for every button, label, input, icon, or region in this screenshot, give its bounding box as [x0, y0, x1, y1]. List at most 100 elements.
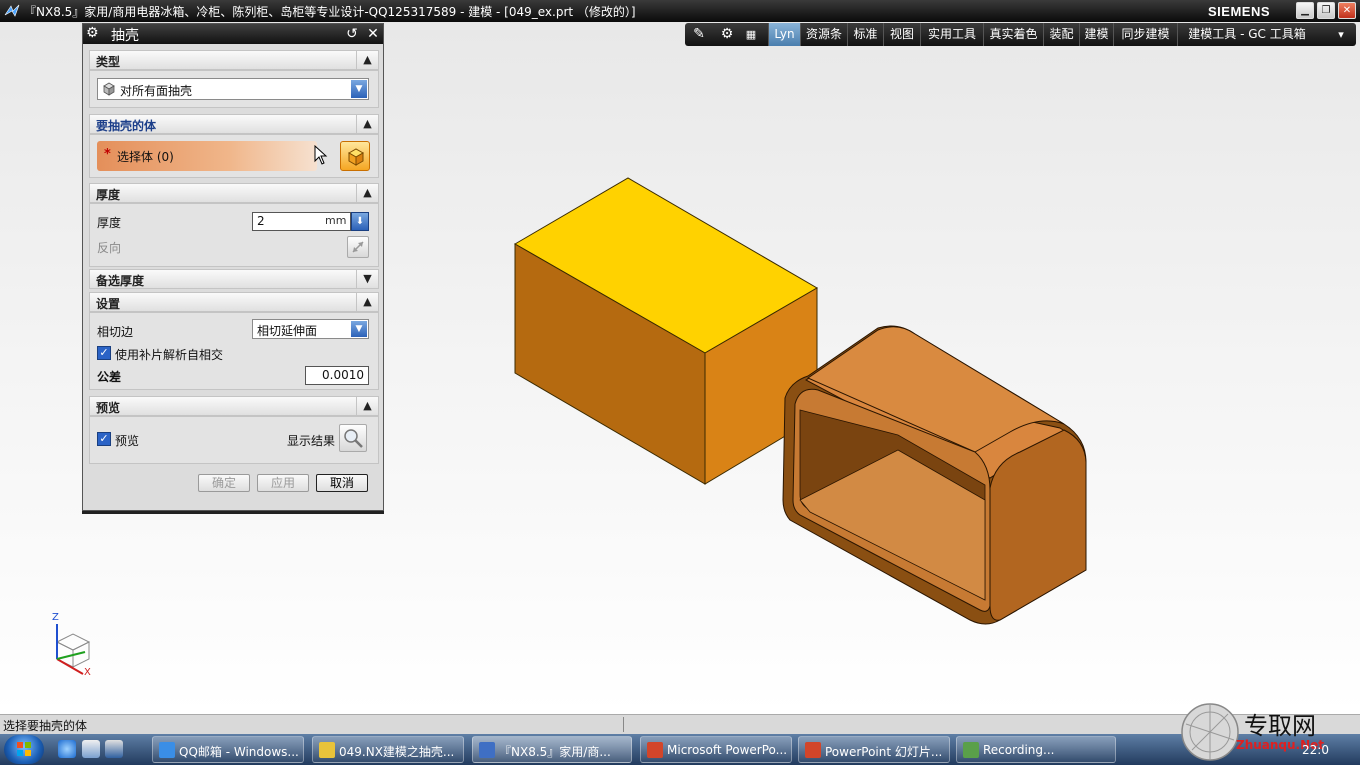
- preview-checkbox[interactable]: ✓: [97, 432, 111, 446]
- taskbar-clock: 22:0: [1302, 743, 1329, 757]
- toolbar-gear-icon[interactable]: ⚙: [717, 25, 737, 44]
- chevron-down-icon[interactable]: ▼: [356, 270, 378, 288]
- status-divider: [623, 717, 624, 732]
- restore-button[interactable]: ❐: [1317, 2, 1335, 19]
- taskbar-item[interactable]: Recording...: [956, 736, 1116, 763]
- computer-icon[interactable]: [105, 740, 123, 758]
- solid-body-icon: [347, 148, 365, 166]
- chevron-up-icon[interactable]: ▲: [356, 293, 378, 311]
- shell-dialog: ⚙ 抽壳 ↺ ✕ 类型 ▲ 对所有面抽壳 ▼ 要抽壳的体 ▲ * 选择体 (0): [82, 23, 384, 511]
- preview-label: 预览: [115, 434, 140, 448]
- select-body-row[interactable]: * 选择体 (0): [97, 141, 317, 171]
- top-toolbar: ✎ ⚙ ▦ Lyn 资源条 标准 视图 实用工具 真实着色 装配 建模 同步建模…: [685, 23, 1356, 46]
- shell-type-value: 对所有面抽壳: [120, 84, 193, 98]
- cancel-button[interactable]: 取消: [316, 474, 368, 492]
- reverse-label: 反向: [97, 241, 122, 255]
- show-desktop-icon[interactable]: [82, 740, 100, 758]
- type-group-header[interactable]: 类型 ▲: [89, 50, 379, 70]
- taskbar: QQ邮箱 - Windows... 049.NX建模之抽壳... 『NX8.5』…: [0, 734, 1360, 765]
- tangent-edge-value: 相切延伸面: [257, 324, 318, 338]
- status-prompt: 选择要抽壳的体: [3, 719, 88, 733]
- shell-type-select[interactable]: 对所有面抽壳 ▼: [97, 78, 369, 100]
- magnifier-icon: [344, 429, 363, 448]
- dropdown-arrow-icon[interactable]: ▼: [351, 321, 367, 337]
- reverse-arrow-icon: [352, 241, 364, 253]
- taskbar-item[interactable]: Microsoft PowerPo...: [640, 736, 792, 763]
- dialog-header: ⚙ 抽壳 ↺ ✕: [83, 24, 383, 44]
- apply-button[interactable]: 应用: [257, 474, 309, 492]
- select-body-button[interactable]: [340, 141, 370, 171]
- thickness-label: 厚度: [97, 216, 122, 230]
- chevron-up-icon[interactable]: ▲: [356, 51, 378, 69]
- tolerance-label: 公差: [97, 370, 122, 384]
- select-body-label: 选择体 (0): [117, 150, 174, 164]
- ie-icon[interactable]: [58, 740, 76, 758]
- windows-logo-icon: [17, 742, 31, 756]
- folder-icon: [319, 742, 335, 758]
- shell-type-icon: [103, 82, 115, 96]
- tab-utility[interactable]: 实用工具: [920, 23, 983, 46]
- dialog-settings-icon[interactable]: ⚙: [86, 25, 99, 41]
- triad-x-label: X: [84, 667, 91, 678]
- body-group-label: 要抽壳的体: [96, 119, 157, 133]
- thickness-group-label: 厚度: [96, 188, 121, 202]
- taskbar-item[interactable]: QQ邮箱 - Windows...: [152, 736, 304, 763]
- tangent-edge-label: 相切边: [97, 325, 134, 339]
- dialog-close-icon[interactable]: ✕: [364, 25, 382, 43]
- role-icon[interactable]: ✎: [689, 25, 709, 44]
- chevron-up-icon[interactable]: ▲: [356, 184, 378, 202]
- powerpoint-icon: [805, 742, 821, 758]
- tab-standard[interactable]: 标准: [847, 23, 883, 46]
- taskbar-item[interactable]: PowerPoint 幻灯片...: [798, 736, 950, 763]
- status-bar: 选择要抽壳的体: [0, 714, 1360, 734]
- thickness-group-header[interactable]: 厚度 ▲: [89, 183, 379, 203]
- tab-resource-bar[interactable]: 资源条: [800, 23, 847, 46]
- tab-view[interactable]: 视图: [883, 23, 920, 46]
- recording-icon: [963, 742, 979, 758]
- tolerance-input[interactable]: 0.0010: [305, 366, 369, 385]
- start-button[interactable]: [4, 735, 44, 764]
- toolbar-menu-icon[interactable]: ▾: [1331, 25, 1351, 44]
- chevron-up-icon[interactable]: ▲: [356, 115, 378, 133]
- solid-block[interactable]: [514, 177, 818, 485]
- body-group-header[interactable]: 要抽壳的体 ▲: [89, 114, 379, 134]
- type-group-label: 类型: [96, 55, 121, 69]
- close-window-button[interactable]: ✕: [1338, 2, 1356, 19]
- unit-field[interactable]: mm: [321, 212, 351, 231]
- siemens-brand: SIEMENS: [1208, 4, 1271, 19]
- watermark-text: 专取网: [1244, 712, 1316, 740]
- powerpoint-icon: [647, 742, 663, 758]
- minimize-button[interactable]: ▁: [1296, 2, 1314, 19]
- taskbar-item[interactable]: 049.NX建模之抽壳...: [312, 736, 464, 763]
- settings-group-header[interactable]: 设置 ▲: [89, 292, 379, 312]
- reset-icon[interactable]: ↺: [343, 25, 361, 43]
- patch-checkbox[interactable]: ✓: [97, 346, 111, 360]
- preview-group-label: 预览: [96, 401, 121, 415]
- alt-thickness-group-header[interactable]: 备选厚度 ▼: [89, 269, 379, 289]
- reverse-direction-button[interactable]: [347, 236, 369, 258]
- shelled-block[interactable]: [782, 325, 1087, 625]
- tab-modeling-tools-gc[interactable]: 建模工具 - GC 工具箱: [1177, 23, 1316, 46]
- window-title: 『NX8.5』家用/商用电器冰箱、冷柜、陈列柜、岛柜等专业设计-QQ125317…: [24, 5, 636, 19]
- required-mark: *: [104, 147, 111, 162]
- tab-lyn[interactable]: Lyn: [768, 23, 800, 46]
- thickness-input[interactable]: 2: [252, 212, 322, 231]
- dropdown-arrow-icon[interactable]: ▼: [351, 80, 367, 98]
- chevron-up-icon[interactable]: ▲: [356, 397, 378, 415]
- tangent-edge-select[interactable]: 相切延伸面 ▼: [252, 319, 369, 339]
- ok-button[interactable]: 确定: [198, 474, 250, 492]
- tab-assembly[interactable]: 装配: [1043, 23, 1079, 46]
- tab-sync-modeling[interactable]: 同步建模: [1113, 23, 1177, 46]
- show-result-button[interactable]: [339, 424, 367, 452]
- thickness-menu-arrow-icon[interactable]: ⬇: [351, 212, 369, 231]
- nx-logo-icon: [4, 4, 20, 17]
- taskbar-item-active[interactable]: 『NX8.5』家用/商...: [472, 736, 632, 763]
- grid-icon[interactable]: ▦: [741, 25, 761, 44]
- alt-thickness-label: 备选厚度: [96, 274, 145, 288]
- preview-group-header[interactable]: 预览 ▲: [89, 396, 379, 416]
- settings-group-label: 设置: [96, 297, 121, 311]
- tab-true-shading[interactable]: 真实着色: [983, 23, 1043, 46]
- tab-modeling[interactable]: 建模: [1079, 23, 1113, 46]
- show-result-label: 显示结果: [287, 434, 336, 448]
- triad-z-label: Z: [52, 612, 59, 623]
